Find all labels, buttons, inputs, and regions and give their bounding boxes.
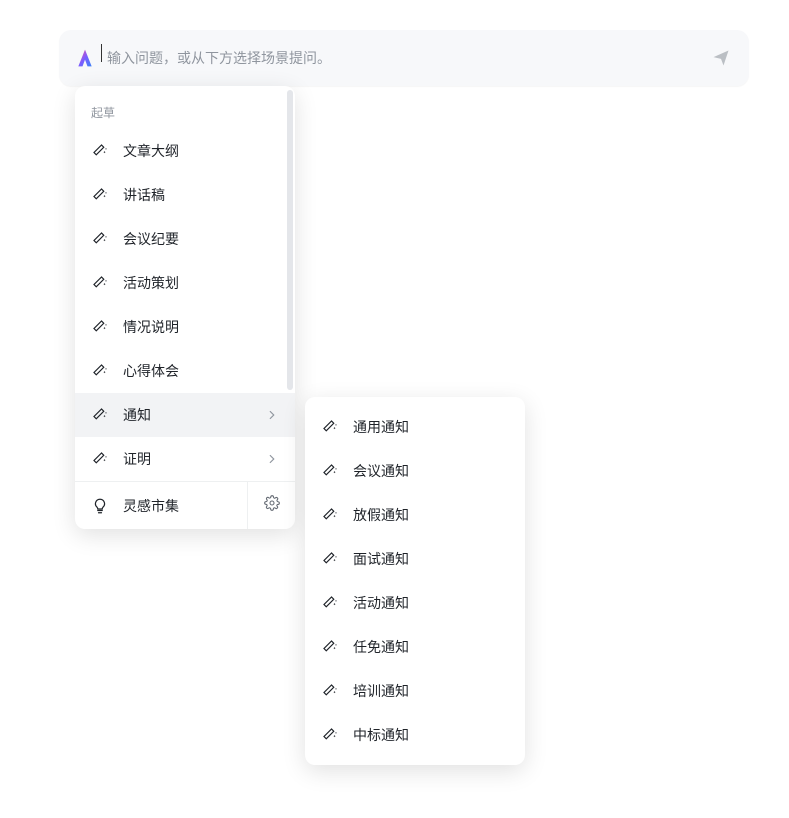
menu-item-label: 讲话稿: [123, 185, 279, 205]
text-cursor: [101, 44, 102, 62]
inspiration-market-button[interactable]: 灵感市集: [75, 482, 247, 529]
submenu-item-activity-notice[interactable]: 活动通知: [305, 581, 525, 625]
app-logo-icon: [75, 48, 95, 68]
wand-icon: [91, 450, 109, 468]
menu-item-label: 情况说明: [123, 317, 279, 337]
wand-icon: [91, 406, 109, 424]
wand-icon: [321, 462, 339, 480]
wand-icon: [321, 506, 339, 524]
menu-item-label: 证明: [123, 449, 265, 469]
prompt-input-bar: [59, 30, 749, 86]
wand-icon: [91, 230, 109, 248]
section-label: 起草: [75, 100, 295, 129]
wand-icon: [321, 638, 339, 656]
dropdown-footer: 灵感市集: [75, 481, 295, 529]
menu-item-label: 会议纪要: [123, 229, 279, 249]
submenu-item-label: 中标通知: [353, 725, 409, 745]
submenu-item-training-notice[interactable]: 培训通知: [305, 669, 525, 713]
menu-item-label: 心得体会: [123, 361, 279, 381]
menu-item-label: 通知: [123, 405, 265, 425]
gear-icon: [264, 495, 280, 516]
submenu-item-general-notice[interactable]: 通用通知: [305, 405, 525, 449]
menu-item-label: 活动策划: [123, 273, 279, 293]
submenu-item-bid-notice[interactable]: 中标通知: [305, 713, 525, 757]
settings-button[interactable]: [247, 482, 295, 529]
wand-icon: [91, 318, 109, 336]
wand-icon: [91, 274, 109, 292]
notice-submenu: 通用通知 会议通知 放假通知 面试通知 活动通知: [305, 397, 525, 765]
menu-item-label: 文章大纲: [123, 141, 279, 161]
menu-item-situation-report[interactable]: 情况说明: [75, 305, 295, 349]
wand-icon: [321, 594, 339, 612]
chevron-right-icon: [265, 452, 279, 466]
menu-item-speech-draft[interactable]: 讲话稿: [75, 173, 295, 217]
wand-icon: [321, 418, 339, 436]
submenu-item-label: 面试通知: [353, 549, 409, 569]
lightbulb-icon: [91, 497, 109, 515]
menu-item-reflection[interactable]: 心得体会: [75, 349, 295, 393]
submenu-item-appointment-notice[interactable]: 任免通知: [305, 625, 525, 669]
wand-icon: [91, 142, 109, 160]
wand-icon: [321, 682, 339, 700]
wand-icon: [321, 726, 339, 744]
wand-icon: [321, 550, 339, 568]
submenu-item-holiday-notice[interactable]: 放假通知: [305, 493, 525, 537]
wand-icon: [91, 362, 109, 380]
submenu-item-label: 通用通知: [353, 417, 409, 437]
send-button[interactable]: [709, 46, 733, 70]
wand-icon: [91, 186, 109, 204]
menu-item-event-planning[interactable]: 活动策划: [75, 261, 295, 305]
submenu-item-interview-notice[interactable]: 面试通知: [305, 537, 525, 581]
menu-item-meeting-minutes[interactable]: 会议纪要: [75, 217, 295, 261]
submenu-item-label: 活动通知: [353, 593, 409, 613]
submenu-item-label: 培训通知: [353, 681, 409, 701]
submenu-item-label: 放假通知: [353, 505, 409, 525]
submenu-item-meeting-notice[interactable]: 会议通知: [305, 449, 525, 493]
prompt-input[interactable]: [107, 50, 709, 66]
scenario-dropdown: 起草 文章大纲 讲话稿 会议纪要 活动策划: [75, 86, 295, 529]
chevron-right-icon: [265, 408, 279, 422]
footer-label: 灵感市集: [123, 496, 179, 516]
menu-item-article-outline[interactable]: 文章大纲: [75, 129, 295, 173]
menu-item-notice[interactable]: 通知: [75, 393, 295, 437]
menu-item-proof[interactable]: 证明: [75, 437, 295, 481]
submenu-item-label: 任免通知: [353, 637, 409, 657]
submenu-item-label: 会议通知: [353, 461, 409, 481]
